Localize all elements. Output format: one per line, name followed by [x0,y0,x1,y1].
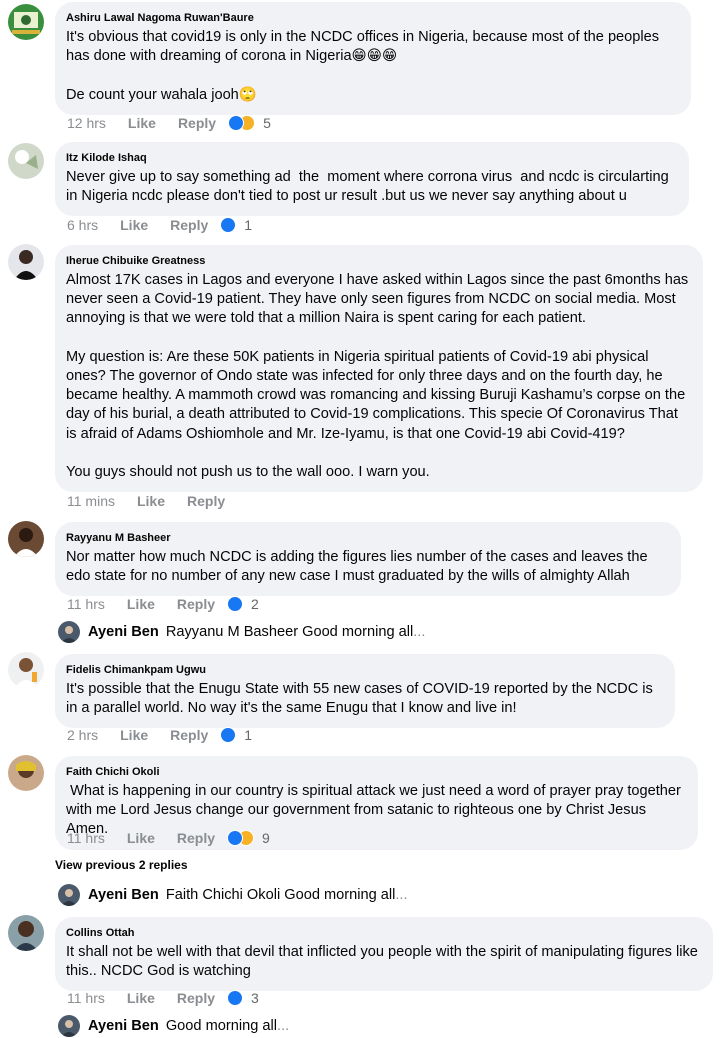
thumbs-up-icon [220,217,237,233]
reply-preview[interactable]: Ayeni Ben Faith Chichi Okoli Good mornin… [58,883,408,907]
comment-author[interactable]: Fidelis Chimankpam Ugwu [66,663,663,677]
avatar[interactable] [8,755,44,791]
like-button[interactable]: Like [127,596,155,612]
comment-author[interactable]: Rayyanu M Basheer [66,531,669,545]
thumbs-up-icon [228,115,245,131]
comment-actions: 11 mins Like Reply [67,491,225,511]
avatar[interactable] [8,915,44,951]
thumbs-up-icon [227,830,244,846]
comment-text: It's obvious that covid19 is only in the… [66,29,660,103]
comment-time[interactable]: 2 hrs [67,727,98,743]
reactions[interactable]: 5 [228,115,271,131]
comment-actions: 2 hrs Like Reply 1 [67,725,252,745]
like-button[interactable]: Like [120,217,148,233]
reactions[interactable]: 1 [220,727,252,743]
comment-actions: 6 hrs Like Reply 1 [67,215,252,235]
reaction-count: 2 [251,596,259,612]
avatar[interactable] [8,4,44,40]
comment-actions: 11 hrs Like Reply 9 [67,828,270,848]
comment-bubble: Ashiru Lawal Nagoma Ruwan'Baure It's obv… [55,2,691,115]
reply-preview[interactable]: Ayeni Ben Good morning all ... [58,1014,289,1038]
reply-ellipsis: ... [395,887,408,903]
comment-time[interactable]: 12 hrs [67,115,106,131]
reply-button[interactable]: Reply [170,217,208,233]
like-button[interactable]: Like [127,990,155,1006]
reply-button[interactable]: Reply [170,727,208,743]
reactions[interactable]: 3 [227,990,259,1006]
comment-bubble: Rayyanu M Basheer Nor matter how much NC… [55,522,681,597]
comment-text: Almost 17K cases in Lagos and everyone I… [66,272,689,481]
avatar[interactable] [8,521,44,557]
like-button[interactable]: Like [127,830,155,846]
reply-author[interactable]: Ayeni Ben [88,887,159,903]
like-button[interactable]: Like [128,115,156,131]
avatar[interactable] [58,1015,80,1037]
avatar[interactable] [8,143,44,179]
reply-author[interactable]: Ayeni Ben [88,1018,159,1034]
thumbs-up-icon [227,596,244,612]
comment-time[interactable]: 11 hrs [67,596,105,612]
comment-author[interactable]: Ashiru Lawal Nagoma Ruwan'Baure [66,11,679,25]
comment-author[interactable]: Collins Ottah [66,926,701,940]
comment-actions: 12 hrs Like Reply 5 [67,113,271,133]
comment-time[interactable]: 6 hrs [67,217,98,233]
avatar[interactable] [58,621,80,643]
reply-ellipsis: ... [276,1018,290,1034]
reply-ellipsis: ... [413,624,426,640]
reply-button[interactable]: Reply [187,493,225,509]
reply-text: Good morning all [165,1018,277,1034]
comment-actions: 11 hrs Like Reply 3 [67,988,259,1008]
reaction-count: 3 [251,990,259,1006]
reply-text: Rayyanu M Basheer Good morning all [165,624,414,640]
reply-button[interactable]: Reply [178,115,216,131]
comment-author[interactable]: Faith Chichi Okoli [66,765,686,779]
thumbs-up-icon [220,727,237,743]
comment-actions: 11 hrs Like Reply 2 [67,594,259,614]
reaction-count: 1 [244,217,253,233]
reactions[interactable]: 2 [227,596,259,612]
comment-time[interactable]: 11 hrs [67,990,105,1006]
reactions[interactable]: 1 [220,217,252,233]
comment-text: It's possible that the Enugu State with … [66,681,657,717]
reaction-count: 9 [262,830,270,846]
comment-author[interactable]: Iherue Chibuike Greatness [66,254,691,268]
comment-text: Nor matter how much NCDC is adding the f… [66,549,652,585]
comment-bubble: Collins Ottah It shall not be well with … [55,917,713,992]
comment-text: It shall not be well with that devil tha… [66,944,702,980]
comment-time[interactable]: 11 mins [67,493,115,509]
like-button[interactable]: Like [137,493,165,509]
reply-preview[interactable]: Ayeni Ben Rayyanu M Basheer Good morning… [58,620,425,644]
reply-button[interactable]: Reply [177,596,215,612]
comment-time[interactable]: 11 hrs [67,830,105,846]
comment-bubble: Fidelis Chimankpam Ugwu It's possible th… [55,654,675,729]
avatar[interactable] [58,884,80,906]
view-previous-replies-link[interactable]: View previous 2 replies [55,858,188,872]
like-button[interactable]: Like [120,727,148,743]
comment-bubble: Iherue Chibuike Greatness Almost 17K cas… [55,245,703,493]
comment-author[interactable]: Itz Kilode Ishaq [66,151,677,165]
reply-text: Faith Chichi Okoli Good morning all [165,887,396,903]
reaction-count: 5 [263,115,271,131]
comment-bubble: Itz Kilode Ishaq Never give up to say so… [55,142,689,217]
avatar[interactable] [8,244,44,280]
avatar[interactable] [8,652,44,688]
reply-button[interactable]: Reply [177,830,215,846]
reaction-count: 1 [244,727,253,743]
reply-button[interactable]: Reply [177,990,215,1006]
comment-text: Never give up to say something ad the mo… [66,169,673,205]
reactions[interactable]: 9 [227,830,270,846]
reply-author[interactable]: Ayeni Ben [88,624,159,640]
thumbs-up-icon [227,990,244,1006]
